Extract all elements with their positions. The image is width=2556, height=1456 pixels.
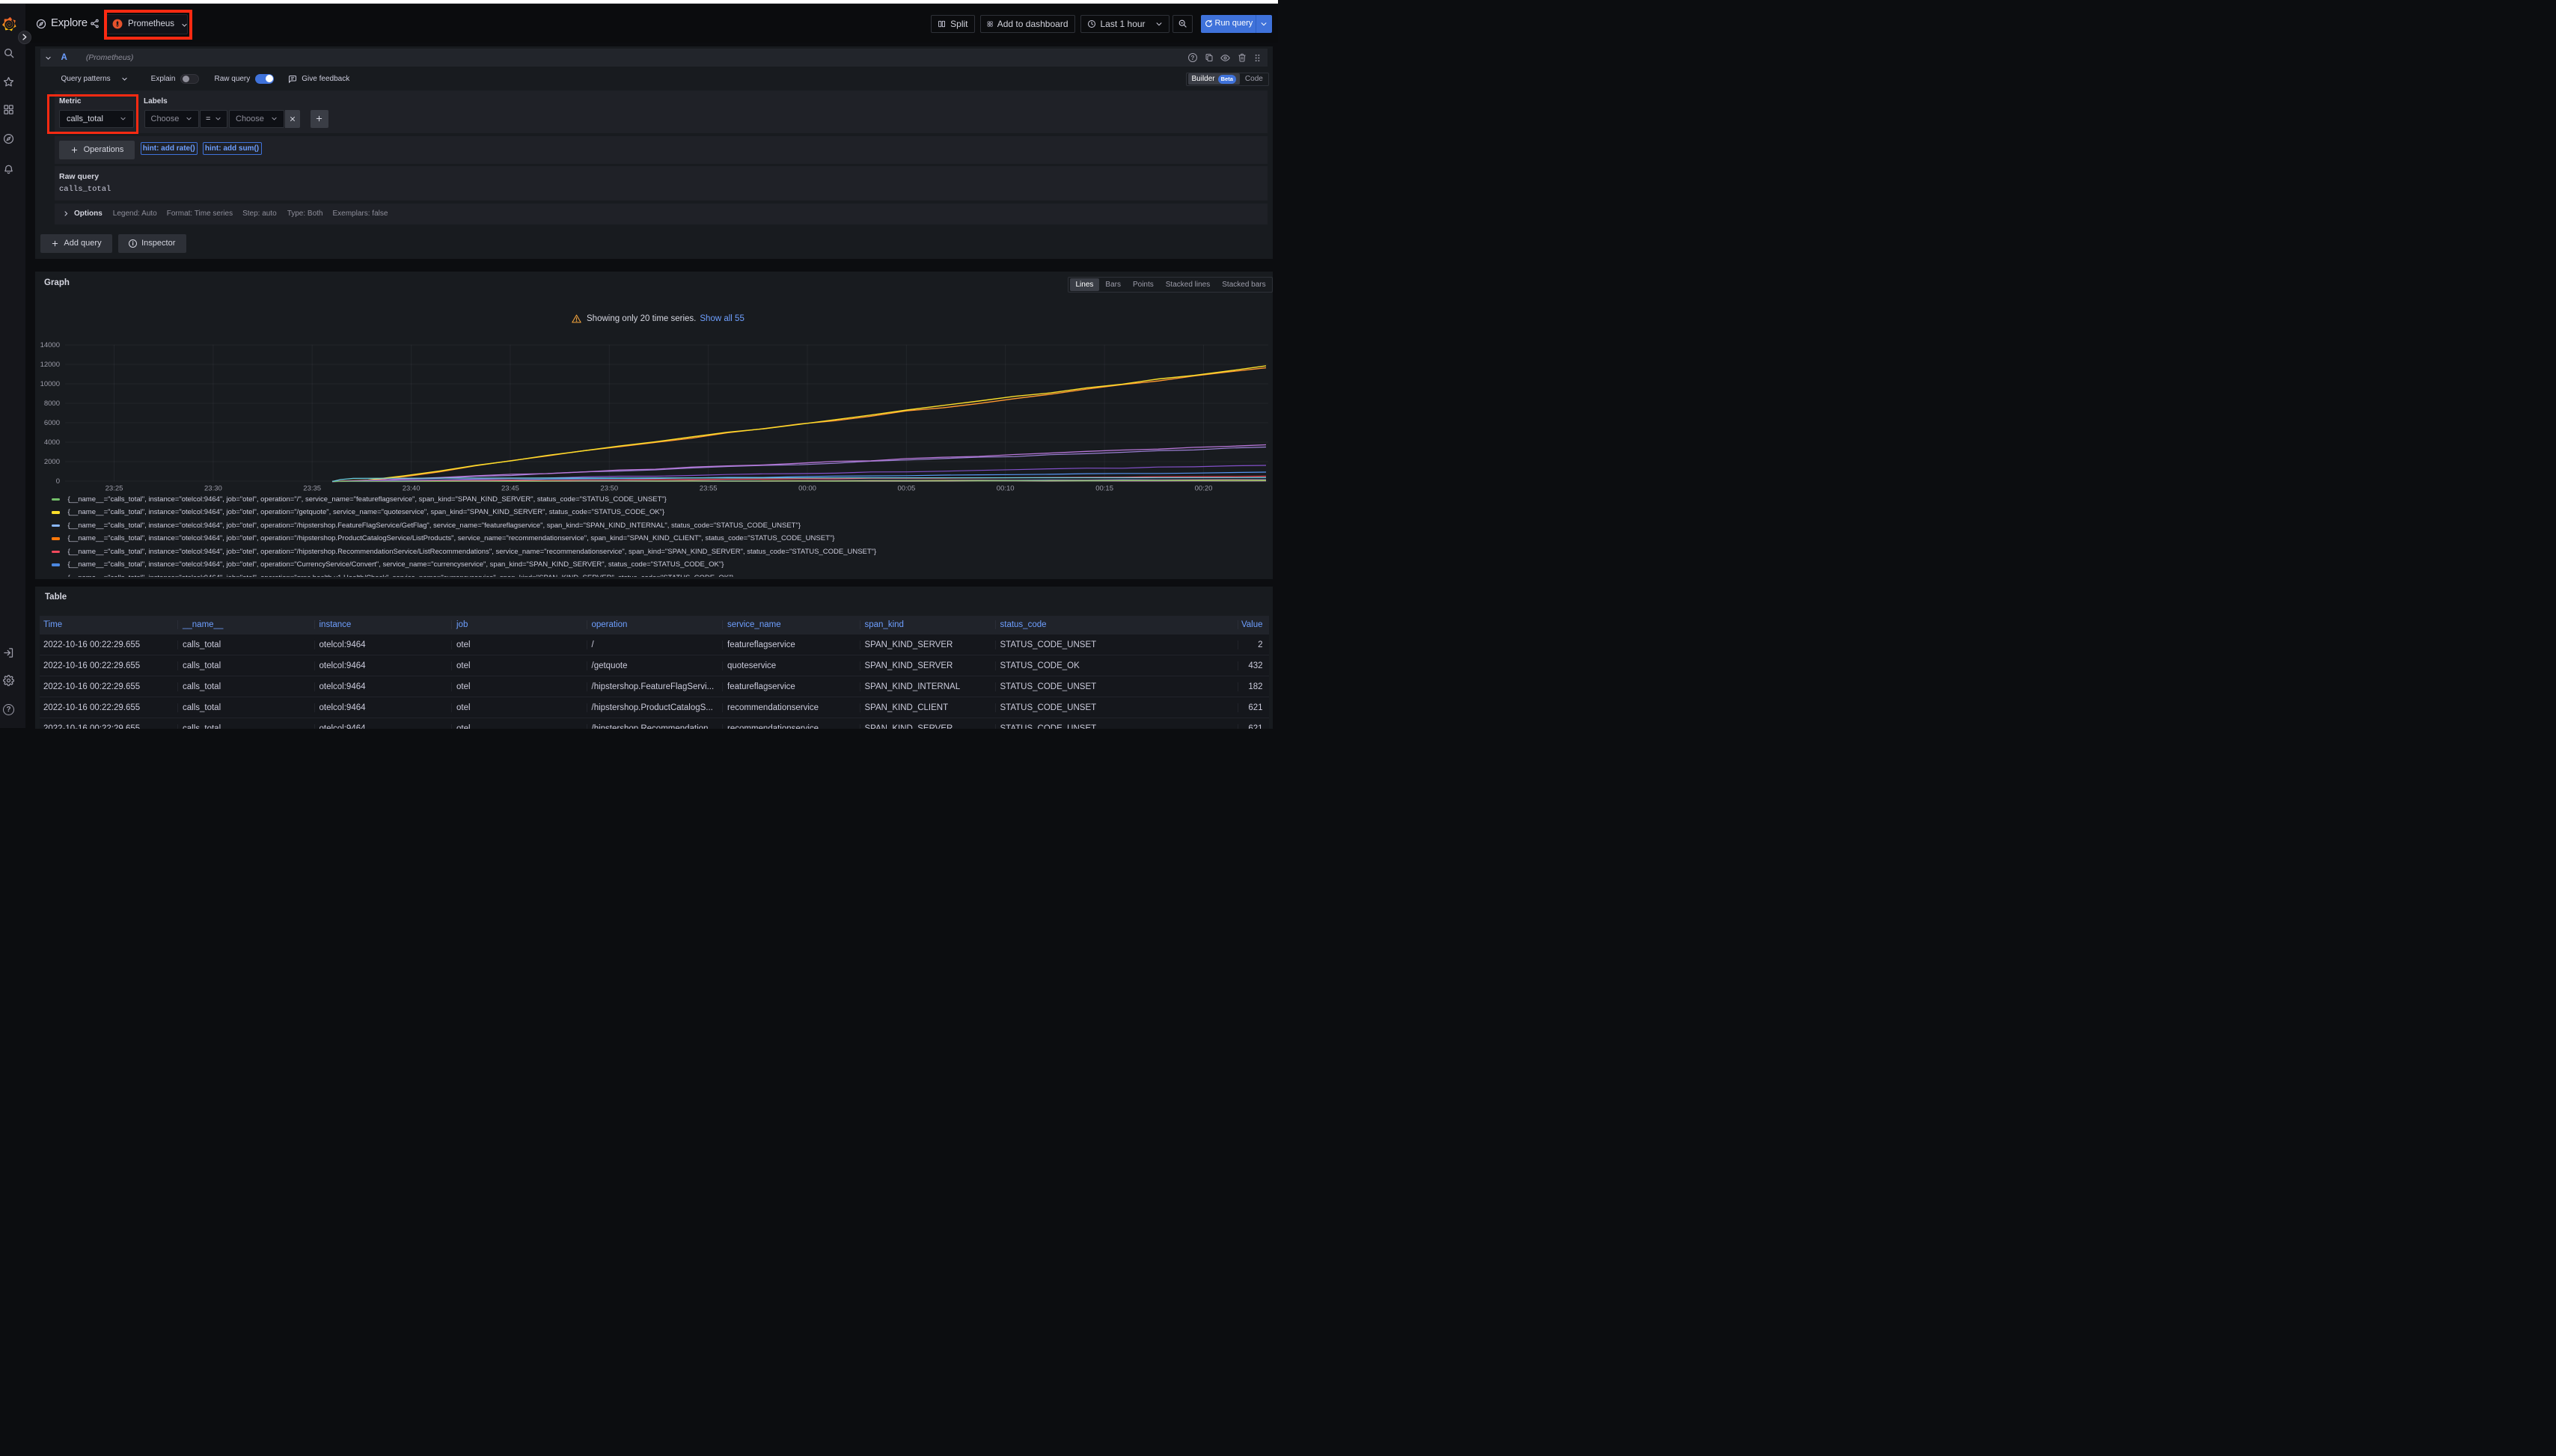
svg-text:2000: 2000 — [44, 458, 60, 466]
svg-text:6000: 6000 — [44, 419, 60, 427]
svg-text:14000: 14000 — [40, 341, 60, 349]
svg-text:23:40: 23:40 — [403, 485, 421, 493]
svg-text:00:20: 00:20 — [1195, 485, 1213, 493]
svg-text:00:10: 00:10 — [997, 485, 1015, 493]
svg-text:23:35: 23:35 — [303, 485, 321, 493]
svg-text:12000: 12000 — [40, 361, 60, 369]
svg-text:23:50: 23:50 — [600, 485, 618, 493]
svg-text:23:55: 23:55 — [700, 485, 718, 493]
svg-text:23:45: 23:45 — [501, 485, 519, 493]
svg-text:0: 0 — [56, 477, 60, 486]
svg-text:8000: 8000 — [44, 400, 60, 408]
svg-text:00:15: 00:15 — [1095, 485, 1113, 493]
svg-text:23:30: 23:30 — [204, 485, 222, 493]
svg-text:00:00: 00:00 — [798, 485, 816, 493]
svg-text:23:25: 23:25 — [106, 485, 123, 493]
svg-text:4000: 4000 — [44, 438, 60, 447]
svg-text:00:05: 00:05 — [898, 485, 916, 493]
svg-text:10000: 10000 — [40, 380, 60, 388]
